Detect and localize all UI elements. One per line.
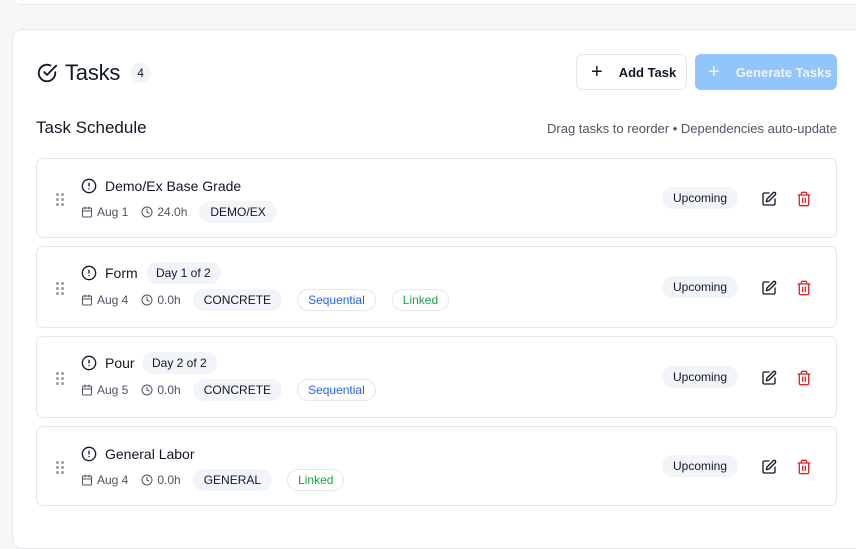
add-task-button[interactable]: + Add Task xyxy=(576,54,687,90)
delete-button[interactable] xyxy=(796,191,812,207)
calendar-icon xyxy=(82,384,92,396)
plus-icon: + xyxy=(591,61,603,83)
task-card[interactable]: Demo/Ex Base Grade Aug 1 24.0h DEMO/EX Upcom… xyxy=(36,158,837,238)
status-badge: Upcoming xyxy=(662,187,739,209)
task-date: Aug 4 xyxy=(81,293,128,307)
task-hours: 0.0h xyxy=(141,383,181,397)
task-hours-text: 0.0h xyxy=(157,293,181,307)
task-meta: Aug 4 0.0h CONCRETE Sequential Linked xyxy=(81,289,465,311)
task-date-text: Aug 5 xyxy=(97,383,129,397)
status-badge: Upcoming xyxy=(662,366,739,388)
check-circle-icon xyxy=(37,63,58,83)
drag-handle-icon[interactable] xyxy=(56,372,64,385)
add-task-label: Add Task xyxy=(618,64,677,80)
trade-tag: CONCRETE xyxy=(192,379,283,401)
task-date-text: Aug 1 xyxy=(97,205,129,219)
status-badge: Upcoming xyxy=(662,276,739,298)
task-name: General Labor xyxy=(105,446,195,462)
task-card[interactable]: Pour Day 2 of 2 Aug 5 0.0h CONCRETE Sequentia… xyxy=(36,336,837,418)
day-badge: Day 1 of 2 xyxy=(146,262,221,284)
calendar-icon xyxy=(82,294,92,306)
edit-button[interactable] xyxy=(761,370,777,386)
task-name: Demo/Ex Base Grade xyxy=(105,178,242,194)
delete-button[interactable] xyxy=(796,280,812,296)
delete-button[interactable] xyxy=(796,370,812,386)
generate-tasks-button[interactable]: + Generate Tasks xyxy=(695,54,837,90)
previous-card xyxy=(12,0,856,5)
clock-icon xyxy=(141,474,153,486)
edit-button[interactable] xyxy=(761,191,777,207)
task-count-badge: 4 xyxy=(130,63,151,83)
day-badge: Day 2 of 2 xyxy=(142,352,217,374)
edit-button[interactable] xyxy=(761,459,777,475)
plus-icon: + xyxy=(708,61,720,83)
calendar-icon xyxy=(82,474,92,486)
task-name: Form xyxy=(105,265,138,281)
calendar-icon xyxy=(82,206,92,218)
linked-badge: Linked xyxy=(287,469,345,491)
task-name: Pour xyxy=(105,355,135,371)
trade-tag: CONCRETE xyxy=(192,289,283,311)
task-card[interactable]: Form Day 1 of 2 Aug 4 0.0h CONCRETE Sequentia… xyxy=(36,246,837,328)
trade-tag: GENERAL xyxy=(192,469,273,491)
drag-handle-icon[interactable] xyxy=(56,282,64,295)
task-date: Aug 1 xyxy=(81,205,128,219)
task-schedule-title: Task Schedule xyxy=(36,118,147,137)
task-hours: 0.0h xyxy=(141,473,181,487)
generate-tasks-label: Generate Tasks xyxy=(735,64,832,80)
sequential-badge: Sequential xyxy=(297,289,376,311)
task-hours-text: 0.0h xyxy=(157,383,181,397)
delete-button[interactable] xyxy=(796,459,812,475)
task-date-text: Aug 4 xyxy=(97,473,129,487)
alert-circle-icon xyxy=(81,355,97,371)
task-meta: Aug 4 0.0h GENERAL Linked xyxy=(81,469,360,491)
status-badge: Upcoming xyxy=(662,455,739,477)
page-title: Tasks xyxy=(65,60,121,85)
task-card[interactable]: General Labor Aug 4 0.0h GENERAL Linked Upcom… xyxy=(36,426,837,506)
drag-handle-icon[interactable] xyxy=(56,193,64,206)
tasks-header: Tasks 4 xyxy=(36,58,151,88)
task-meta: Aug 5 0.0h CONCRETE Sequential xyxy=(81,379,392,401)
drag-handle-icon[interactable] xyxy=(56,461,64,474)
sequential-badge: Sequential xyxy=(297,379,376,401)
clock-icon xyxy=(141,294,153,306)
task-date: Aug 5 xyxy=(81,383,128,397)
clock-icon xyxy=(141,206,153,218)
clock-icon xyxy=(141,384,153,396)
alert-circle-icon xyxy=(81,446,97,462)
schedule-hint: Drag tasks to reorder • Dependencies aut… xyxy=(547,121,837,136)
task-hours-text: 24.0h xyxy=(157,205,188,219)
task-hours-text: 0.0h xyxy=(157,473,181,487)
alert-circle-icon xyxy=(81,265,97,281)
task-date: Aug 4 xyxy=(81,473,128,487)
task-hours: 0.0h xyxy=(141,293,181,307)
task-hours: 24.0h xyxy=(141,205,187,219)
trade-tag: DEMO/EX xyxy=(199,201,277,223)
task-meta: Aug 1 24.0h DEMO/EX xyxy=(81,201,292,223)
task-date-text: Aug 4 xyxy=(97,293,129,307)
edit-button[interactable] xyxy=(761,280,777,296)
alert-circle-icon xyxy=(81,178,97,194)
linked-badge: Linked xyxy=(391,289,450,311)
